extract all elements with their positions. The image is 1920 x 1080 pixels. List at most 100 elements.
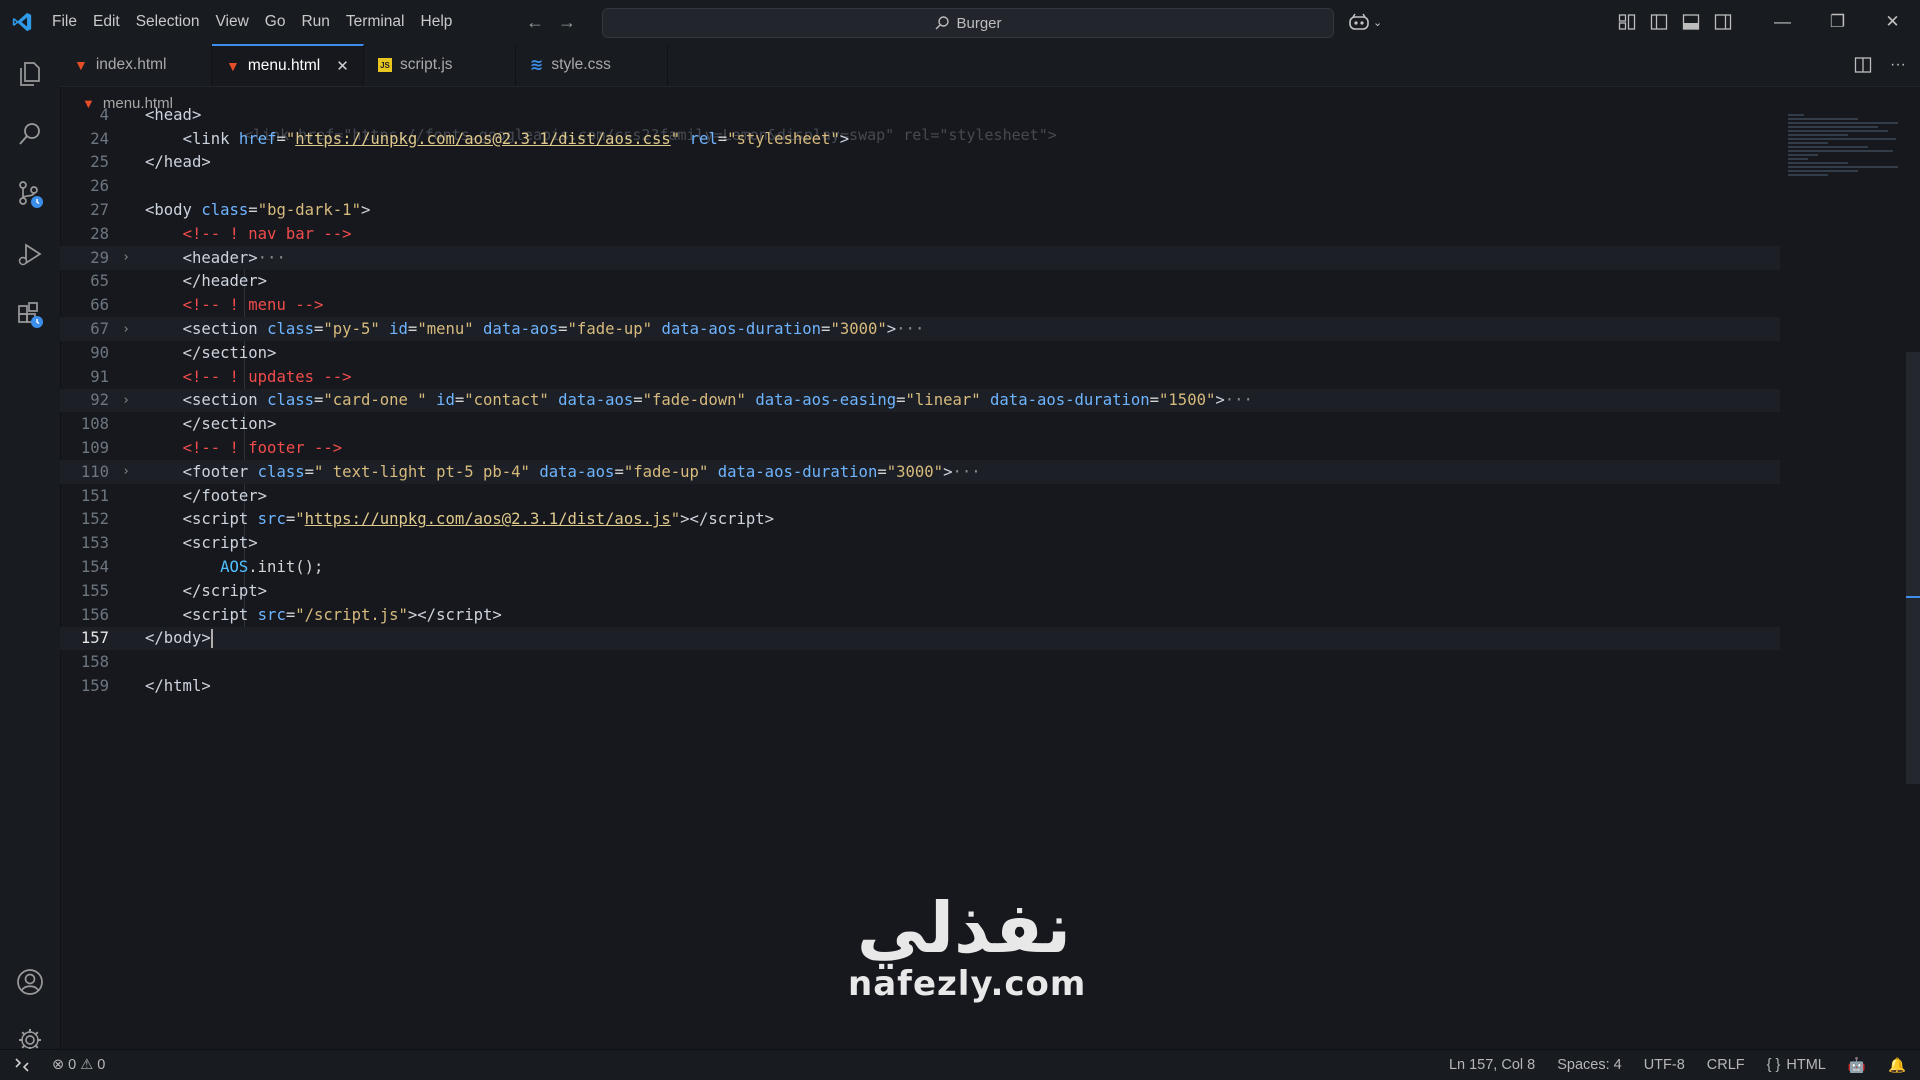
error-count: 0 bbox=[68, 1057, 77, 1073]
remote-indicator-icon[interactable] bbox=[0, 1050, 44, 1080]
line-number: 26 bbox=[90, 177, 109, 196]
split-editor-icon[interactable] bbox=[1854, 56, 1872, 74]
fold-chevron-icon[interactable]: › bbox=[113, 250, 139, 265]
line-number: 159 bbox=[80, 677, 109, 696]
code-line[interactable]: 92 › <section class="card-one " id="conta… bbox=[60, 388, 1780, 413]
command-center-search[interactable]: Burger bbox=[602, 8, 1334, 38]
toggle-primary-sidebar-icon[interactable] bbox=[1650, 13, 1668, 31]
run-and-debug-icon[interactable] bbox=[10, 234, 50, 274]
code-line[interactable]: 159 </html> bbox=[60, 674, 1780, 698]
line-number: 65 bbox=[90, 272, 109, 291]
tab-label: index.html bbox=[95, 56, 167, 73]
cursor-position[interactable]: Ln 157, Col 8 bbox=[1449, 1057, 1535, 1073]
code-line[interactable]: 66 <!-- ! menu --> bbox=[60, 293, 1780, 317]
toggle-panel-icon[interactable] bbox=[1682, 13, 1700, 31]
tab-script-js[interactable]: JS script.js bbox=[364, 44, 516, 86]
copilot-button[interactable]: ⌄ bbox=[1348, 8, 1382, 36]
line-code: <script src="/script.js"></script> bbox=[182, 605, 502, 624]
code-line[interactable]: 156 <script src="/script.js"></script> bbox=[60, 603, 1780, 627]
line-number: 108 bbox=[80, 415, 109, 434]
line-number: 156 bbox=[80, 605, 109, 624]
line-number: 110 bbox=[80, 462, 109, 481]
code-line[interactable]: 24 <link href="https://unpkg.com/aos@2.3… bbox=[60, 127, 1780, 151]
code-line[interactable]: 153 <script> bbox=[60, 531, 1780, 555]
close-window-icon[interactable]: ✕ bbox=[1865, 0, 1920, 44]
code-line[interactable]: 27 <body class="bg-dark-1"> bbox=[60, 198, 1780, 222]
line-code: </footer> bbox=[182, 486, 268, 505]
close-tab-icon[interactable]: ✕ bbox=[336, 57, 349, 75]
source-control-icon[interactable] bbox=[10, 174, 50, 214]
search-text: Burger bbox=[956, 14, 1002, 32]
code-line[interactable]: 67 › <section class="py-5" id="menu" data… bbox=[60, 317, 1780, 341]
code-line[interactable]: 90 </section> bbox=[60, 341, 1780, 365]
fold-chevron-icon[interactable]: › bbox=[113, 322, 139, 337]
nafezly-watermark: نفذلي nafezly.com bbox=[848, 892, 1087, 1004]
back-arrow-icon[interactable]: ← bbox=[526, 12, 544, 33]
code-line[interactable]: 28 <!-- ! nav bar --> bbox=[60, 222, 1780, 246]
explorer-icon[interactable] bbox=[10, 54, 50, 94]
menu-terminal[interactable]: Terminal bbox=[338, 8, 413, 36]
tab-index-html[interactable]: ▼ index.html bbox=[60, 44, 212, 86]
code-line[interactable]: 108 </section> bbox=[60, 412, 1780, 436]
navigation-arrows: ← → bbox=[526, 0, 576, 44]
indentation[interactable]: Spaces: 4 bbox=[1557, 1057, 1622, 1073]
forward-arrow-icon[interactable]: → bbox=[558, 12, 576, 33]
code-line[interactable]: 29 › <header>··· bbox=[60, 245, 1780, 270]
copilot-status-icon[interactable]: 🤖 bbox=[1848, 1057, 1866, 1074]
line-number: 4 bbox=[99, 105, 109, 124]
code-line[interactable]: 151 </footer> bbox=[60, 484, 1780, 508]
line-code: <section class="card-one " id="contact" … bbox=[182, 391, 1253, 410]
code-line[interactable]: 110 › <footer class=" text-light pt-5 pb-… bbox=[60, 460, 1780, 484]
code-line[interactable]: 154 AOS.init(); bbox=[60, 555, 1780, 579]
notifications-bell-icon[interactable]: 🔔 bbox=[1888, 1057, 1906, 1074]
code-line[interactable]: 157 </body> bbox=[60, 626, 1780, 651]
menu-selection[interactable]: Selection bbox=[128, 8, 208, 36]
problems-indicator[interactable]: ⊗ 0 ⚠ 0 bbox=[44, 1057, 105, 1073]
status-bar: ⊗ 0 ⚠ 0 Ln 157, Col 8 Spaces: 4 UTF-8 CR… bbox=[0, 1049, 1920, 1080]
warning-count: 0 bbox=[97, 1057, 106, 1073]
css-file-icon: ≋ bbox=[530, 57, 544, 74]
line-code: <header>··· bbox=[182, 248, 286, 267]
fold-chevron-icon[interactable]: › bbox=[113, 464, 139, 479]
more-actions-icon[interactable]: ··· bbox=[1890, 56, 1906, 74]
code-line[interactable]: 4 <head> bbox=[60, 103, 1780, 127]
menu-run[interactable]: Run bbox=[293, 8, 337, 36]
code-line[interactable]: 158 bbox=[60, 650, 1780, 674]
code-line[interactable]: 65 </header> bbox=[60, 270, 1780, 294]
line-code: AOS.init(); bbox=[220, 558, 324, 577]
error-icon: ⊗ bbox=[52, 1057, 65, 1073]
menu-edit[interactable]: Edit bbox=[85, 8, 128, 36]
language-label: HTML bbox=[1786, 1057, 1826, 1073]
extensions-icon[interactable] bbox=[10, 294, 50, 334]
line-number: 67 bbox=[90, 320, 109, 339]
html-file-icon: ▼ bbox=[226, 58, 240, 74]
restore-icon[interactable]: ❐ bbox=[1810, 0, 1865, 44]
code-line[interactable]: 91 <!-- ! updates --> bbox=[60, 365, 1780, 389]
tab-menu-html[interactable]: ▼ menu.html ✕ bbox=[212, 44, 364, 86]
menu-file[interactable]: File bbox=[44, 8, 85, 36]
code-line[interactable]: 152 <script src="https://unpkg.com/aos@2… bbox=[60, 508, 1780, 532]
code-line[interactable]: 26 bbox=[60, 174, 1780, 198]
watermark-latin: nafezly.com bbox=[848, 964, 1087, 1004]
menu-view[interactable]: View bbox=[207, 8, 256, 36]
toggle-secondary-sidebar-icon[interactable] bbox=[1714, 13, 1732, 31]
accounts-icon[interactable] bbox=[10, 962, 50, 1002]
minimize-icon[interactable]: — bbox=[1755, 0, 1810, 44]
customize-layout-icon[interactable] bbox=[1618, 13, 1636, 31]
menu-help[interactable]: Help bbox=[413, 8, 461, 36]
encoding[interactable]: UTF-8 bbox=[1644, 1057, 1685, 1073]
fold-chevron-icon[interactable]: › bbox=[113, 393, 139, 408]
code-line[interactable]: 109 <!-- ! footer --> bbox=[60, 436, 1780, 460]
menu-go[interactable]: Go bbox=[257, 8, 294, 36]
end-of-line[interactable]: CRLF bbox=[1707, 1057, 1745, 1073]
code-line[interactable]: 25 </head> bbox=[60, 151, 1780, 175]
tab-style-css[interactable]: ≋ style.css bbox=[516, 44, 668, 86]
vertical-scrollbar[interactable] bbox=[1906, 352, 1920, 784]
line-code: </header> bbox=[182, 272, 268, 291]
search-sidebar-icon[interactable] bbox=[10, 114, 50, 154]
code-line[interactable]: 155 </script> bbox=[60, 579, 1780, 603]
line-number: 92 bbox=[90, 391, 109, 410]
language-mode[interactable]: { } HTML bbox=[1767, 1057, 1826, 1073]
minimap[interactable] bbox=[1788, 112, 1904, 212]
window-controls: — ❐ ✕ bbox=[1755, 0, 1920, 44]
